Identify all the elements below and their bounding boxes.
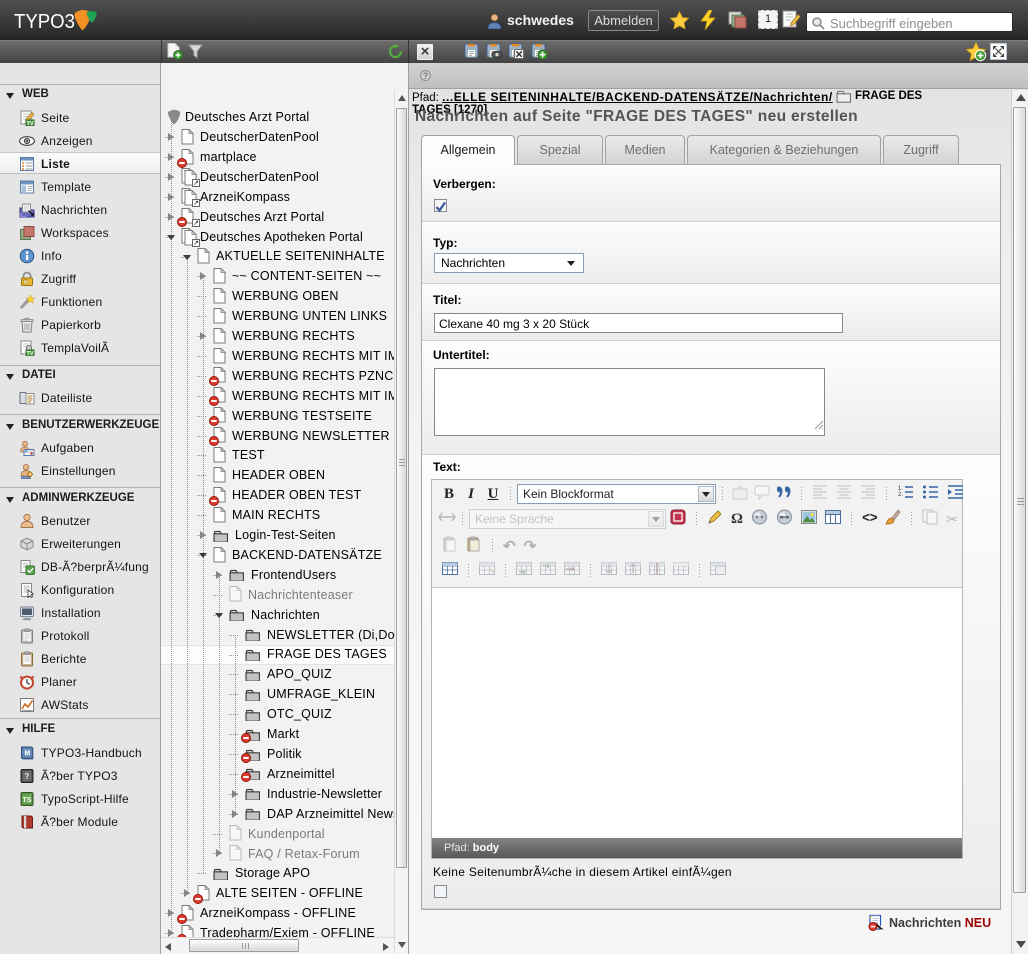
svg-text:TV: TV xyxy=(26,121,33,126)
svg-text:?: ? xyxy=(25,772,30,781)
svg-text:M: M xyxy=(25,750,30,757)
svg-text:TS: TS xyxy=(23,797,32,804)
svg-text:2.: 2. xyxy=(898,492,903,498)
svg-text:TV: TV xyxy=(26,351,33,356)
